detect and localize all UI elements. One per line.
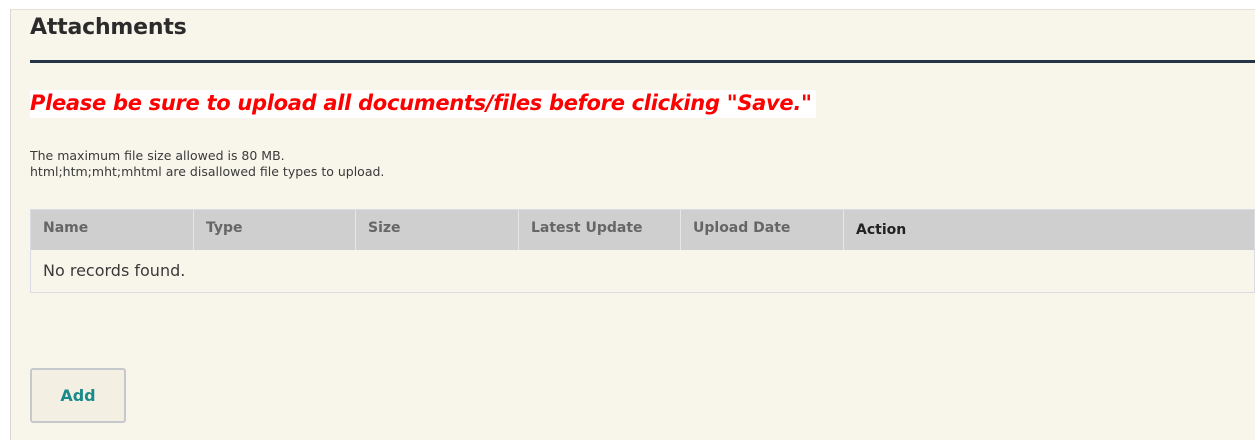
max-size-note: The maximum file size allowed is 80 MB.: [30, 148, 285, 163]
add-button[interactable]: Add: [30, 368, 126, 423]
disallowed-types-note: html;htm;mht;mhtml are disallowed file t…: [30, 164, 385, 179]
attachments-panel: Attachments Please be sure to upload all…: [10, 9, 1255, 440]
upload-info: The maximum file size allowed is 80 MB. …: [30, 148, 384, 180]
column-header-name[interactable]: Name: [31, 210, 194, 250]
section-title: Attachments: [30, 15, 187, 40]
title-divider: [30, 60, 1255, 63]
empty-table-message: No records found.: [31, 250, 1254, 292]
column-header-size[interactable]: Size: [356, 210, 519, 250]
table-header: Name Type Size Latest Update Upload Date…: [31, 210, 1254, 250]
attachments-table: Name Type Size Latest Update Upload Date…: [30, 209, 1255, 293]
column-header-latest-update[interactable]: Latest Update: [519, 210, 681, 250]
column-header-upload-date[interactable]: Upload Date: [681, 210, 844, 250]
upload-warning: Please be sure to upload all documents/f…: [30, 90, 816, 118]
column-header-action: Action: [856, 222, 907, 238]
column-header-type[interactable]: Type: [194, 210, 356, 250]
